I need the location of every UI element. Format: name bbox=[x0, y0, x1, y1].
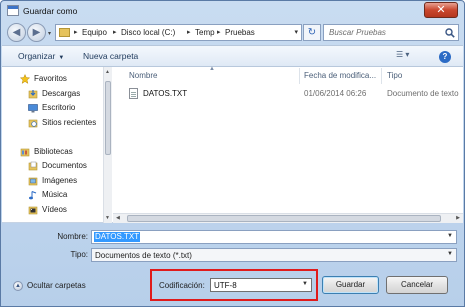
videos-label: Vídeos bbox=[42, 205, 67, 214]
star-icon bbox=[20, 74, 30, 84]
back-arrow-icon: ◀ bbox=[12, 27, 21, 38]
collapse-up-icon: ▲ bbox=[13, 281, 23, 291]
file-list: ▲ Nombre Fecha de modifica... Tipo DATOS… bbox=[113, 66, 463, 223]
file-name-value: DATOS.TXT bbox=[94, 232, 141, 242]
search-input[interactable]: Buscar Pruebas bbox=[323, 24, 459, 41]
search-icon[interactable] bbox=[445, 28, 455, 38]
encoding-label: Codificación: bbox=[159, 281, 205, 290]
column-header-fecha[interactable]: Fecha de modifica... bbox=[304, 71, 376, 80]
favorites-label: Favoritos bbox=[34, 74, 67, 83]
sort-ascending-icon: ▲ bbox=[209, 66, 215, 72]
imagenes-label: Imágenes bbox=[42, 176, 78, 185]
encoding-value: UTF-8 bbox=[214, 281, 237, 290]
breadcrumb-disco-local[interactable]: Disco local (C:) bbox=[121, 28, 175, 37]
save-as-dialog: Guardar como ✕ ◀ ▶ ▾ ▸ Equipo ▸ Disco lo… bbox=[0, 0, 465, 307]
documents-icon bbox=[28, 161, 38, 171]
chevron-down-icon: ▼ bbox=[58, 55, 65, 61]
encoding-select[interactable]: UTF-8 ▼ bbox=[210, 278, 312, 292]
window-icon bbox=[7, 5, 19, 16]
type-label: Tipo: bbox=[70, 250, 89, 259]
breadcrumb-separator[interactable]: ▸ bbox=[113, 28, 117, 36]
breadcrumb-pruebas[interactable]: Pruebas bbox=[225, 28, 255, 37]
new-folder-button[interactable]: Nueva carpeta bbox=[83, 51, 138, 61]
file-row[interactable]: DATOS.TXT 01/06/2014 06:26 Documento de … bbox=[125, 87, 463, 101]
file-modified: 01/06/2014 06:26 bbox=[304, 89, 367, 98]
forward-button[interactable]: ▶ bbox=[27, 23, 46, 42]
descargas-label: Descargas bbox=[42, 89, 81, 98]
escritorio-label: Escritorio bbox=[42, 103, 76, 112]
close-button[interactable]: ✕ bbox=[424, 2, 458, 18]
cancel-button[interactable]: Cancelar bbox=[386, 276, 448, 294]
column-divider[interactable] bbox=[381, 68, 382, 84]
file-name: DATOS.TXT bbox=[143, 89, 188, 98]
libraries-icon bbox=[20, 148, 30, 157]
chevron-down-icon[interactable]: ▼ bbox=[447, 251, 453, 257]
breadcrumb-temp[interactable]: Temp bbox=[195, 28, 215, 37]
file-type: Documento de texto bbox=[387, 89, 459, 98]
title-bar[interactable]: Guardar como ✕ bbox=[1, 1, 464, 21]
file-type-select[interactable]: Documentos de texto (*.txt) ▼ bbox=[91, 248, 457, 262]
column-header-nombre[interactable]: Nombre bbox=[129, 71, 157, 80]
browser-area: Favoritos Descargas Escritorio Sitios re… bbox=[2, 66, 463, 223]
command-toolbar: Organizar ▼ Nueva carpeta ☰ ▾ ? bbox=[2, 45, 463, 67]
scrollbar-thumb[interactable] bbox=[127, 215, 441, 222]
refresh-icon: ↻ bbox=[307, 27, 317, 38]
chevron-down-icon[interactable]: ▼ bbox=[302, 281, 308, 287]
scroll-up-icon[interactable]: ▲ bbox=[105, 69, 110, 75]
navigation-pane: Favoritos Descargas Escritorio Sitios re… bbox=[2, 67, 110, 223]
scrollbar-thumb[interactable] bbox=[105, 81, 111, 155]
breadcrumb-separator[interactable]: ▸ bbox=[74, 28, 78, 36]
folder-icon bbox=[59, 28, 70, 37]
pictures-icon bbox=[28, 177, 38, 186]
bibliotecas-label: Bibliotecas bbox=[34, 147, 73, 156]
organize-button[interactable]: Organizar ▼ bbox=[18, 51, 64, 61]
sitios-recientes-label: Sitios recientes bbox=[42, 118, 97, 127]
text-file-icon bbox=[129, 88, 138, 99]
scroll-right-icon[interactable]: ▶ bbox=[456, 215, 460, 221]
hide-folders-label: Ocultar carpetas bbox=[27, 281, 86, 290]
desktop-icon bbox=[28, 104, 38, 113]
address-dropdown-icon[interactable]: ▾ bbox=[294, 28, 298, 36]
address-bar[interactable]: ▸ Equipo ▸ Disco local (C:) ▸ Temp ▸ Pru… bbox=[55, 24, 302, 41]
file-type-value: Documentos de texto (*.txt) bbox=[95, 251, 192, 260]
back-button[interactable]: ◀ bbox=[7, 23, 26, 42]
help-icon[interactable]: ? bbox=[439, 51, 451, 63]
organize-label: Organizar bbox=[18, 51, 56, 61]
column-divider[interactable] bbox=[299, 68, 300, 84]
breadcrumb-equipo[interactable]: Equipo bbox=[82, 28, 107, 37]
scroll-down-icon[interactable]: ▼ bbox=[105, 215, 110, 221]
window-title: Guardar como bbox=[23, 6, 78, 16]
file-list-horizontal-scrollbar[interactable]: ◀ ▶ bbox=[113, 213, 463, 223]
breadcrumb-separator[interactable]: ▸ bbox=[217, 28, 221, 36]
downloads-icon bbox=[28, 90, 38, 99]
breadcrumb-separator[interactable]: ▸ bbox=[187, 28, 191, 36]
recent-locations-button[interactable]: ▾ bbox=[48, 30, 51, 37]
recent-places-icon bbox=[28, 119, 38, 128]
chevron-down-icon[interactable]: ▼ bbox=[447, 233, 453, 239]
scroll-left-icon[interactable]: ◀ bbox=[116, 215, 120, 221]
search-placeholder: Buscar Pruebas bbox=[329, 28, 386, 37]
navigation-bar: ◀ ▶ ▾ ▸ Equipo ▸ Disco local (C:) ▸ Temp… bbox=[5, 22, 460, 44]
music-note-icon bbox=[29, 190, 37, 200]
nav-pane-scrollbar[interactable]: ▲ ▼ bbox=[103, 67, 112, 223]
refresh-button[interactable]: ↻ bbox=[303, 24, 321, 41]
views-menu-icon[interactable]: ☰ ▾ bbox=[396, 50, 420, 63]
videos-icon bbox=[28, 206, 38, 215]
documentos-label: Documentos bbox=[42, 161, 87, 170]
forward-arrow-icon: ▶ bbox=[32, 27, 41, 38]
column-header-tipo[interactable]: Tipo bbox=[387, 71, 402, 80]
musica-label: Música bbox=[42, 190, 68, 199]
save-button[interactable]: Guardar bbox=[322, 276, 379, 294]
name-label: Nombre: bbox=[57, 232, 88, 241]
file-name-input[interactable]: DATOS.TXT ▼ bbox=[91, 230, 457, 244]
close-icon: ✕ bbox=[436, 4, 446, 16]
